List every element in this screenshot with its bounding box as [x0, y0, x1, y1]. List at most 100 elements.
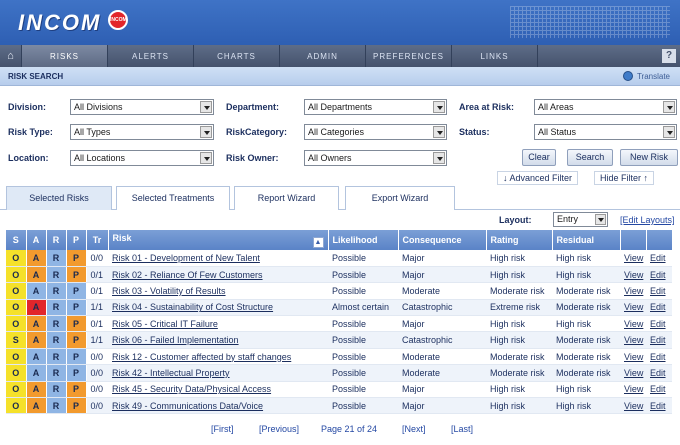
col-header-a[interactable]: A [26, 230, 47, 250]
help-icon[interactable]: ? [662, 49, 676, 63]
owner-select[interactable]: All Owners [304, 150, 447, 166]
risk-name-link[interactable]: Risk 01 - Development of New Talent [108, 250, 328, 267]
header-pattern [510, 6, 670, 38]
status-indicator: O [6, 381, 27, 399]
area-select[interactable]: All Areas [534, 99, 677, 115]
nav-charts[interactable]: CHARTS [194, 45, 280, 67]
table-row[interactable]: S A R P 1/1 Risk 06 - Failed Implementation Po… [6, 331, 672, 349]
col-header-p[interactable]: P [66, 230, 87, 250]
department-select[interactable]: All Departments [304, 99, 447, 115]
pager-previous[interactable]: [Previous] [259, 424, 299, 434]
category-select[interactable]: All Categories [304, 124, 447, 140]
col-header-edit [646, 230, 673, 250]
nav-alerts[interactable]: ALERTS [108, 45, 194, 67]
status-indicator: O [6, 266, 27, 284]
risk-name-link[interactable]: Risk 02 - Reliance Of Few Customers [108, 266, 328, 284]
location-select[interactable]: All Locations [70, 150, 214, 166]
table-row[interactable]: O A R P 0/0 Risk 49 - Communications Data/Voi… [6, 397, 672, 415]
risk-name-link[interactable]: Risk 03 - Volatility of Results [108, 282, 328, 300]
risk-name-link[interactable]: Risk 45 - Security Data/Physical Access [108, 381, 328, 399]
view-link[interactable]: View [620, 381, 646, 399]
table-row[interactable]: O A R P 0/1 Risk 03 - Volatility of Results Po… [6, 282, 672, 300]
sort-icon[interactable]: ▲ [312, 236, 324, 248]
table-row[interactable]: O A R P 0/0 Risk 42 - Intellectual Property Po… [6, 364, 672, 382]
layout-select[interactable]: Entry [553, 212, 608, 227]
col-header-consequence[interactable]: Consequence [398, 230, 487, 250]
edit-link[interactable]: Edit [646, 348, 672, 366]
department-label: Department: [226, 102, 280, 112]
residual-cell: Moderate risk [552, 299, 620, 317]
col-header-rating[interactable]: Rating [486, 230, 553, 250]
table-row[interactable]: O A R P 0/0 Risk 01 - Development of New Tale… [6, 250, 672, 267]
risk-name-link[interactable]: Risk 06 - Failed Implementation [108, 331, 328, 349]
view-link[interactable]: View [620, 282, 646, 300]
tab-selected-risks[interactable]: Selected Risks [6, 186, 112, 210]
table-row[interactable]: O A R P 0/0 Risk 45 - Security Data/Physical … [6, 381, 672, 399]
home-icon[interactable]: ⌂ [0, 45, 22, 67]
edit-link[interactable]: Edit [646, 315, 672, 333]
status-select[interactable]: All Status [534, 124, 677, 140]
table-row[interactable]: O A R P 0/0 Risk 12 - Customer affected by st… [6, 348, 672, 366]
new-risk-button[interactable]: New Risk [620, 149, 678, 166]
edit-link[interactable]: Edit [646, 364, 672, 382]
translate-link[interactable]: Translate [622, 71, 670, 81]
view-link[interactable]: View [620, 397, 646, 415]
page-title-bar: RISK SEARCH Translate [0, 67, 680, 86]
edit-link[interactable]: Edit [646, 250, 672, 267]
pager-last[interactable]: [Last] [451, 424, 473, 434]
tab-export-wizard[interactable]: Export Wizard [345, 186, 455, 210]
view-link[interactable]: View [620, 331, 646, 349]
translate-label: Translate [636, 71, 670, 81]
risk-name-link[interactable]: Risk 05 - Critical IT Failure [108, 315, 328, 333]
risktype-select[interactable]: All Types [70, 124, 214, 140]
col-header-risk[interactable]: Risk ▲ [108, 230, 329, 250]
col-header-tr[interactable]: Tr [86, 230, 109, 250]
nav-preferences[interactable]: PREFERENCES [366, 45, 452, 67]
review-indicator: R [46, 348, 67, 366]
risk-name-link[interactable]: Risk 12 - Customer affected by staff cha… [108, 348, 328, 366]
tab-selected-treatments[interactable]: Selected Treatments [116, 186, 230, 210]
table-row[interactable]: O A R P 0/1 Risk 02 - Reliance Of Few Custome… [6, 266, 672, 284]
nav-links[interactable]: LINKS [452, 45, 538, 67]
col-header-likelihood[interactable]: Likelihood [328, 230, 399, 250]
risk-name-link[interactable]: Risk 49 - Communications Data/Voice [108, 397, 328, 415]
edit-link[interactable]: Edit [646, 266, 672, 284]
consequence-cell: Major [398, 397, 486, 415]
col-header-s[interactable]: S [6, 230, 27, 250]
risk-name-link[interactable]: Risk 42 - Intellectual Property [108, 364, 328, 382]
view-link[interactable]: View [620, 315, 646, 333]
edit-link[interactable]: Edit [646, 299, 672, 317]
table-row[interactable]: O A R P 0/1 Risk 05 - Critical IT Failure Poss… [6, 315, 672, 333]
view-link[interactable]: View [620, 364, 646, 382]
search-button[interactable]: Search [567, 149, 613, 166]
status-indicator: O [6, 348, 27, 366]
chevron-down-icon [200, 101, 212, 113]
nav-admin[interactable]: ADMIN [280, 45, 366, 67]
hide-filter-link[interactable]: Hide Filter ↑ [594, 171, 655, 185]
table-row[interactable]: O A R P 1/1 Risk 04 - Sustainability of Cost … [6, 299, 672, 317]
rating-cell: High risk [486, 331, 552, 349]
view-link[interactable]: View [620, 250, 646, 267]
nav-risks[interactable]: RISKS [22, 45, 108, 67]
status-indicator: O [6, 364, 27, 382]
col-header-residual[interactable]: Residual [552, 230, 621, 250]
likelihood-cell: Possible [328, 364, 398, 382]
risk-name-link[interactable]: Risk 04 - Sustainability of Cost Structu… [108, 299, 328, 317]
logo-badge: INCOM [108, 10, 128, 30]
pager-first[interactable]: [First] [211, 424, 234, 434]
pager-next[interactable]: [Next] [402, 424, 426, 434]
tab-report-wizard[interactable]: Report Wizard [234, 186, 339, 210]
edit-link[interactable]: Edit [646, 381, 672, 399]
col-header-r[interactable]: R [46, 230, 67, 250]
division-select[interactable]: All Divisions [70, 99, 214, 115]
clear-button[interactable]: Clear [522, 149, 556, 166]
view-link[interactable]: View [620, 348, 646, 366]
review-indicator: R [46, 397, 67, 415]
edit-link[interactable]: Edit [646, 397, 672, 415]
view-link[interactable]: View [620, 266, 646, 284]
edit-link[interactable]: Edit [646, 282, 672, 300]
view-link[interactable]: View [620, 299, 646, 317]
edit-link[interactable]: Edit [646, 331, 672, 349]
advanced-filter-link[interactable]: ↓ Advanced Filter [497, 171, 579, 185]
edit-layouts-link[interactable]: [Edit Layouts] [620, 215, 675, 225]
